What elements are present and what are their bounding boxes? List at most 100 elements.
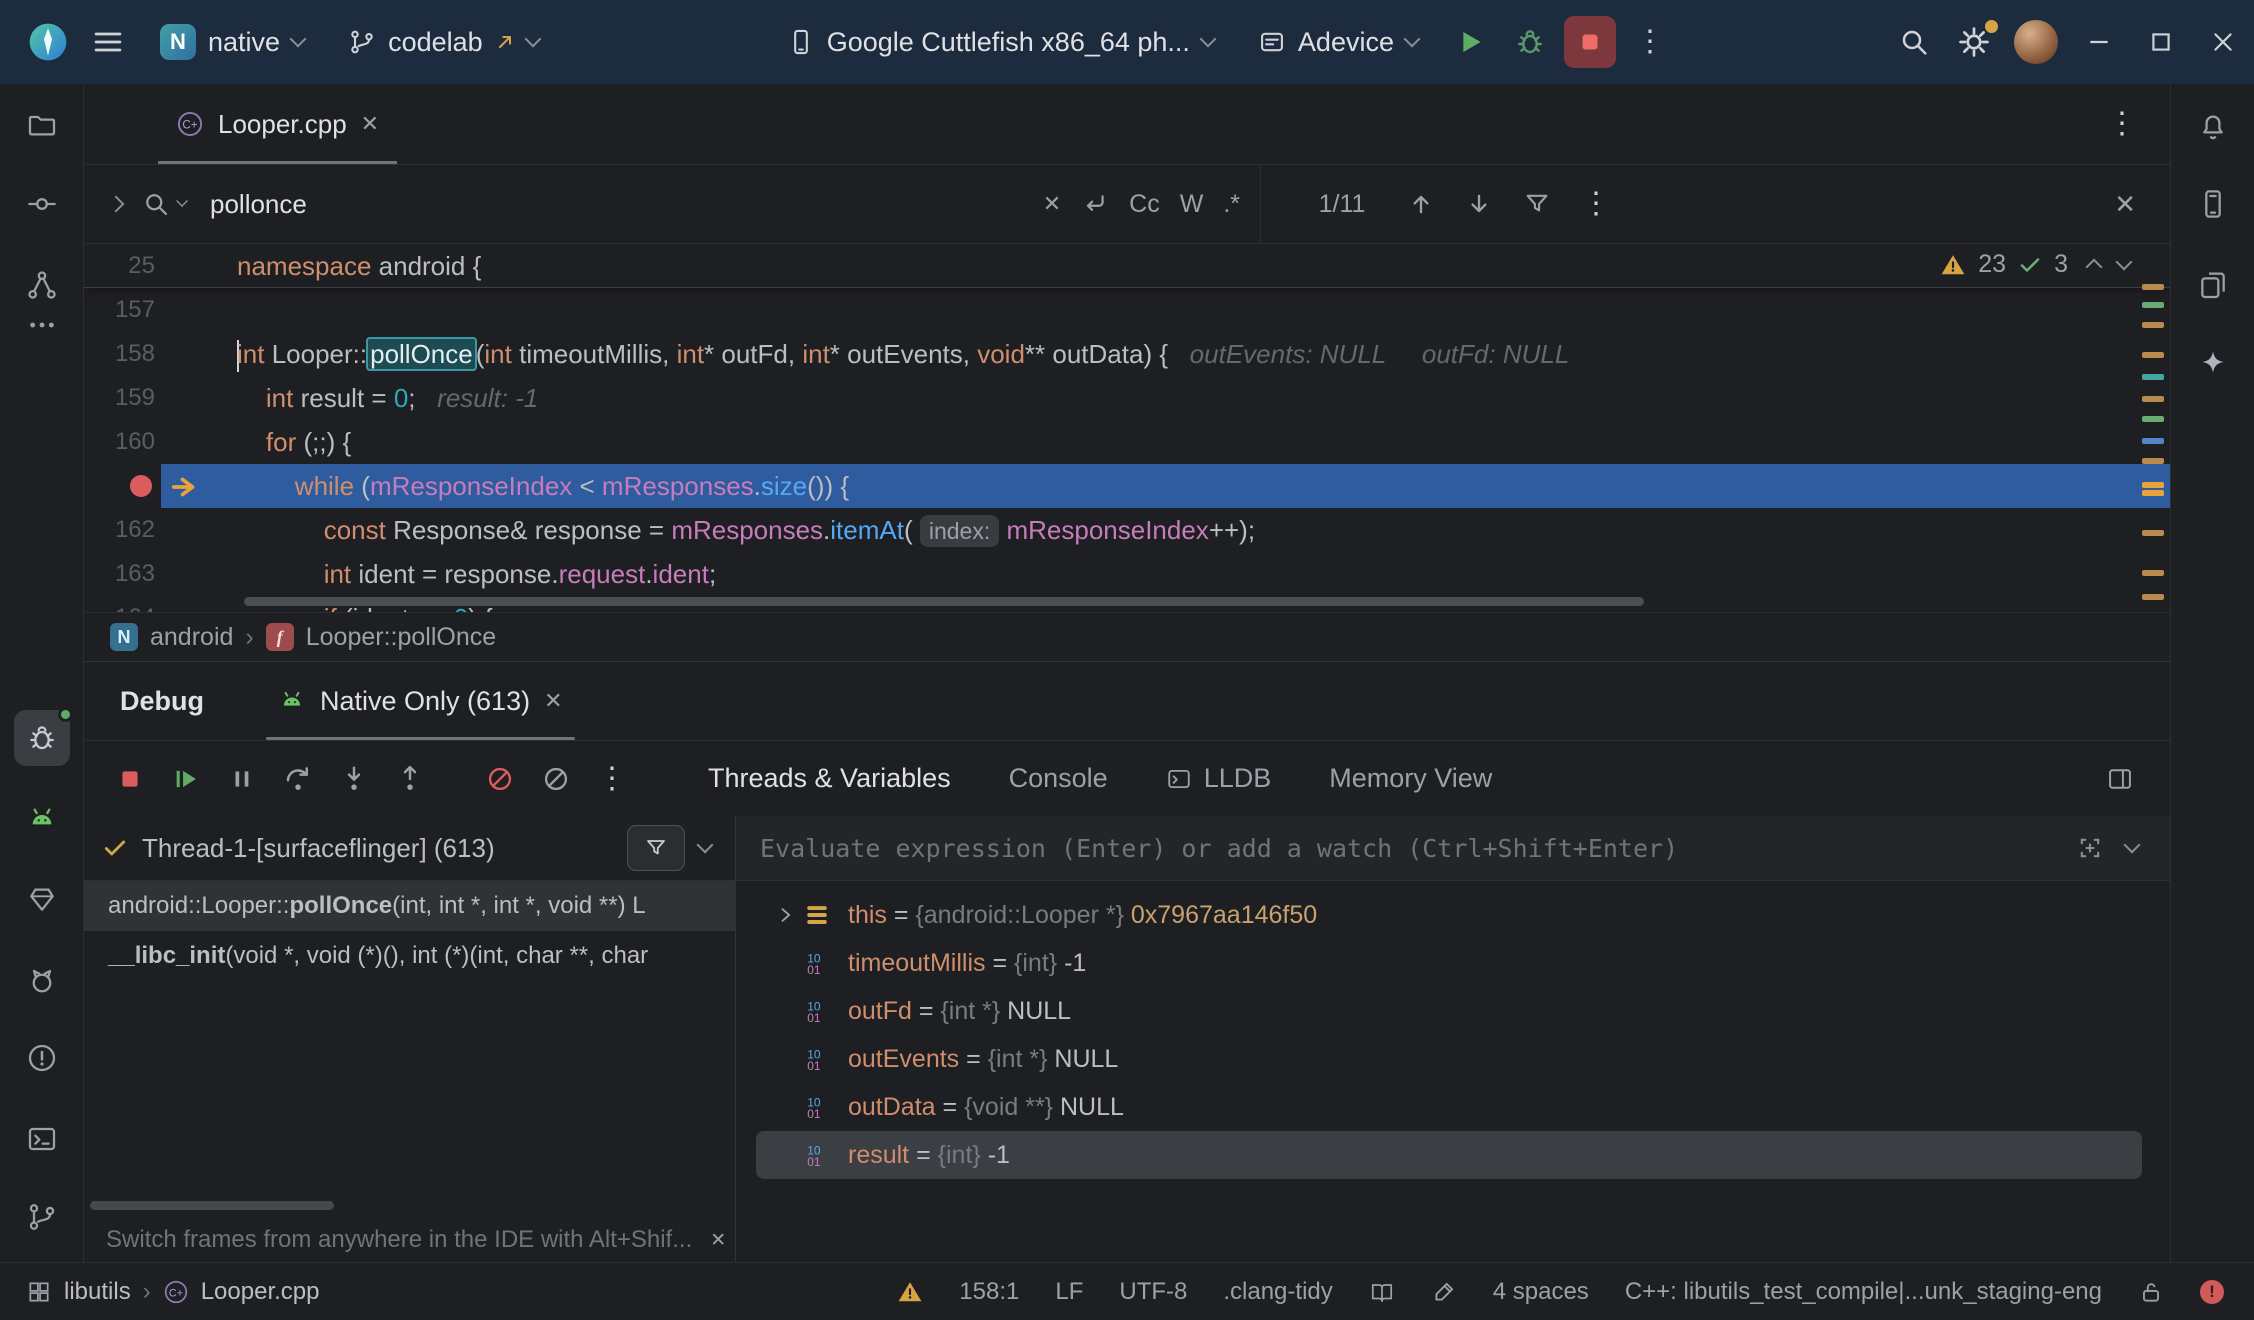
next-problem-icon[interactable] [2116,253,2133,270]
debug-more-button[interactable]: ⋮ [588,755,636,803]
clang-tidy[interactable]: .clang-tidy [1223,1278,1332,1306]
breakpoints-muted-state-button[interactable] [532,755,580,803]
analysis-mark[interactable] [2142,322,2164,328]
thread-filter-button[interactable] [627,825,685,871]
layout-settings-button[interactable] [2096,755,2144,803]
cursor-position[interactable]: 158:1 [959,1278,1019,1306]
frames-scrollbar[interactable] [90,1201,334,1210]
variable-row[interactable]: this = {android::Looper *} 0x7967aa146f5… [756,891,2142,939]
code-line[interactable]: 157 [84,288,2170,332]
warning-icon[interactable] [897,1279,923,1305]
thread-selector[interactable]: Thread-1-[surfaceflinger] (613) [84,816,735,881]
highlight-mode-icon[interactable] [1431,1279,1457,1305]
horizontal-scrollbar[interactable] [244,597,1644,606]
analysis-mark[interactable] [2142,352,2164,358]
prev-problem-icon[interactable] [2086,258,2103,275]
running-devices-button[interactable] [2185,257,2241,313]
variable-row[interactable]: 1001outFd = {int *} NULL [756,987,2142,1035]
run-config-selector[interactable]: Adevice [1244,16,1432,68]
inspections-widget[interactable]: 23 3 [1940,250,2130,279]
regex-toggle[interactable]: .* [1223,190,1240,219]
search-options-button[interactable]: ⋮ [1581,189,1611,219]
error-notification-icon[interactable]: ! [2200,1280,2224,1304]
indent-setting[interactable]: 4 spaces [1493,1278,1589,1306]
variable-row[interactable]: 1001result = {int} -1 [756,1131,2142,1179]
analysis-mark[interactable] [2142,438,2164,444]
toolchain[interactable]: C++: libutils_test_compile|...unk_stagin… [1625,1278,2102,1306]
variable-row[interactable]: 1001outData = {void **} NULL [756,1083,2142,1131]
problems-tool-button[interactable] [14,1030,70,1086]
more-tool-windows-button[interactable] [14,297,70,353]
analysis-mark[interactable] [2142,482,2164,488]
lock-icon[interactable] [2138,1279,2164,1305]
debug-session-tab[interactable]: Native Only (613) ✕ [270,662,571,740]
match-case-toggle[interactable]: Cc [1129,190,1160,219]
tab-memory-view[interactable]: Memory View [1329,763,1492,794]
stop-button[interactable] [1564,16,1616,68]
project-selector[interactable]: N native [146,16,318,68]
step-out-button[interactable] [386,755,434,803]
dismiss-hint-icon[interactable]: ✕ [710,1231,726,1250]
code-line[interactable]: 160 for (;;) { [84,420,2170,464]
expand-replace-icon[interactable] [108,196,125,213]
chevron-down-icon[interactable] [2124,837,2141,854]
analysis-mark[interactable] [2142,374,2164,380]
clear-search-icon[interactable]: ✕ [1043,193,1061,215]
line-number[interactable]: 25 [84,244,155,288]
pause-button[interactable] [218,755,266,803]
maximize-button[interactable] [2130,0,2192,84]
project-tool-button[interactable] [14,97,70,153]
run-button[interactable] [1444,16,1496,68]
emulator-tool-button[interactable] [14,791,70,847]
tab-console[interactable]: Console [1009,763,1108,794]
line-ending[interactable]: LF [1055,1278,1083,1306]
analysis-mark[interactable] [2142,458,2164,464]
next-match-icon[interactable] [1465,190,1493,218]
settings-button[interactable] [1948,16,2000,68]
minimize-button[interactable] [2068,0,2130,84]
whole-words-toggle[interactable]: W [1180,190,1204,219]
debug-tool-button[interactable] [14,710,70,766]
code-line[interactable]: while (mResponseIndex < mResponses.size(… [84,464,2170,508]
resume-button[interactable] [162,755,210,803]
analysis-mark[interactable] [2142,416,2164,422]
analysis-mark[interactable] [2142,594,2164,600]
variable-row[interactable]: 1001timeoutMillis = {int} -1 [756,939,2142,987]
tab-lldb[interactable]: LLDB [1166,763,1272,794]
stack-frame-row[interactable]: __libc_init(void *, void (*)(), int (*)(… [84,931,735,981]
breadcrumb-namespace[interactable]: android [150,623,233,652]
code-line[interactable]: 159 int result = 0; result: -1 [84,376,2170,420]
previous-match-icon[interactable] [1407,190,1435,218]
tab-threads-variables[interactable]: Threads & Variables [708,763,951,794]
code-editor[interactable]: 25namespace android {157158int Looper::p… [84,244,2170,612]
add-watch-icon[interactable] [2076,834,2104,862]
mute-breakpoints-button[interactable] [476,755,524,803]
user-avatar[interactable] [2014,20,2058,64]
breadcrumb-function[interactable]: Looper::pollOnce [306,623,496,652]
version-control-tool-button[interactable] [14,1189,70,1245]
analysis-mark[interactable] [2142,302,2164,308]
device-manager-button[interactable] [2185,176,2241,232]
status-module[interactable]: libutils [64,1278,131,1306]
gemini-button[interactable] [2185,336,2241,392]
notifications-button[interactable] [2185,97,2241,153]
newline-icon[interactable] [1081,190,1109,218]
status-file[interactable]: Looper.cpp [201,1278,320,1306]
line-number[interactable]: 158 [84,332,155,376]
code-line[interactable]: 158int Looper::pollOnce(int timeoutMilli… [84,332,2170,376]
logcat-tool-button[interactable] [14,953,70,1009]
analysis-mark[interactable] [2142,490,2164,496]
terminal-tool-button[interactable] [14,1111,70,1167]
filter-icon[interactable] [1523,190,1551,218]
device-selector[interactable]: Google Cuttlefish x86_64 ph... [773,16,1228,68]
step-into-button[interactable] [330,755,378,803]
status-breadcrumb[interactable]: libutils › C+ Looper.cpp [26,1278,319,1306]
variable-row[interactable]: 1001outEvents = {int *} NULL [756,1035,2142,1083]
close-window-button[interactable] [2192,0,2254,84]
analysis-mark[interactable] [2142,396,2164,402]
commit-tool-button[interactable] [14,176,70,232]
code-line[interactable]: 162 const Response& response = mResponse… [84,508,2170,552]
code-line[interactable]: 25namespace android { [84,244,2170,288]
line-number[interactable]: 160 [84,420,155,464]
main-menu-button[interactable] [82,16,134,68]
